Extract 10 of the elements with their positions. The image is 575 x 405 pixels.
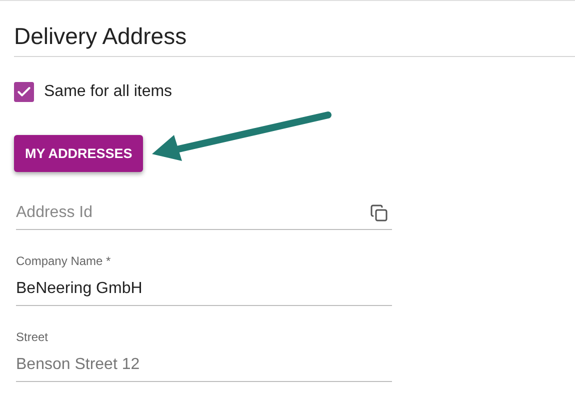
section-title: Delivery Address	[14, 23, 188, 50]
input-field[interactable]: Benson Street 12	[16, 356, 140, 374]
input-field[interactable]: BeNeering GmbH	[16, 280, 142, 298]
copy-icon[interactable]	[370, 204, 388, 222]
checkbox[interactable]	[14, 82, 34, 102]
field-label: Company Name *	[16, 254, 112, 268]
field-label: Street	[16, 330, 50, 344]
my-addresses-button[interactable]: MY ADDRESSES	[14, 135, 144, 172]
input-field[interactable]: Address Id	[16, 204, 92, 222]
checkbox-label: Same for all items	[44, 83, 172, 101]
